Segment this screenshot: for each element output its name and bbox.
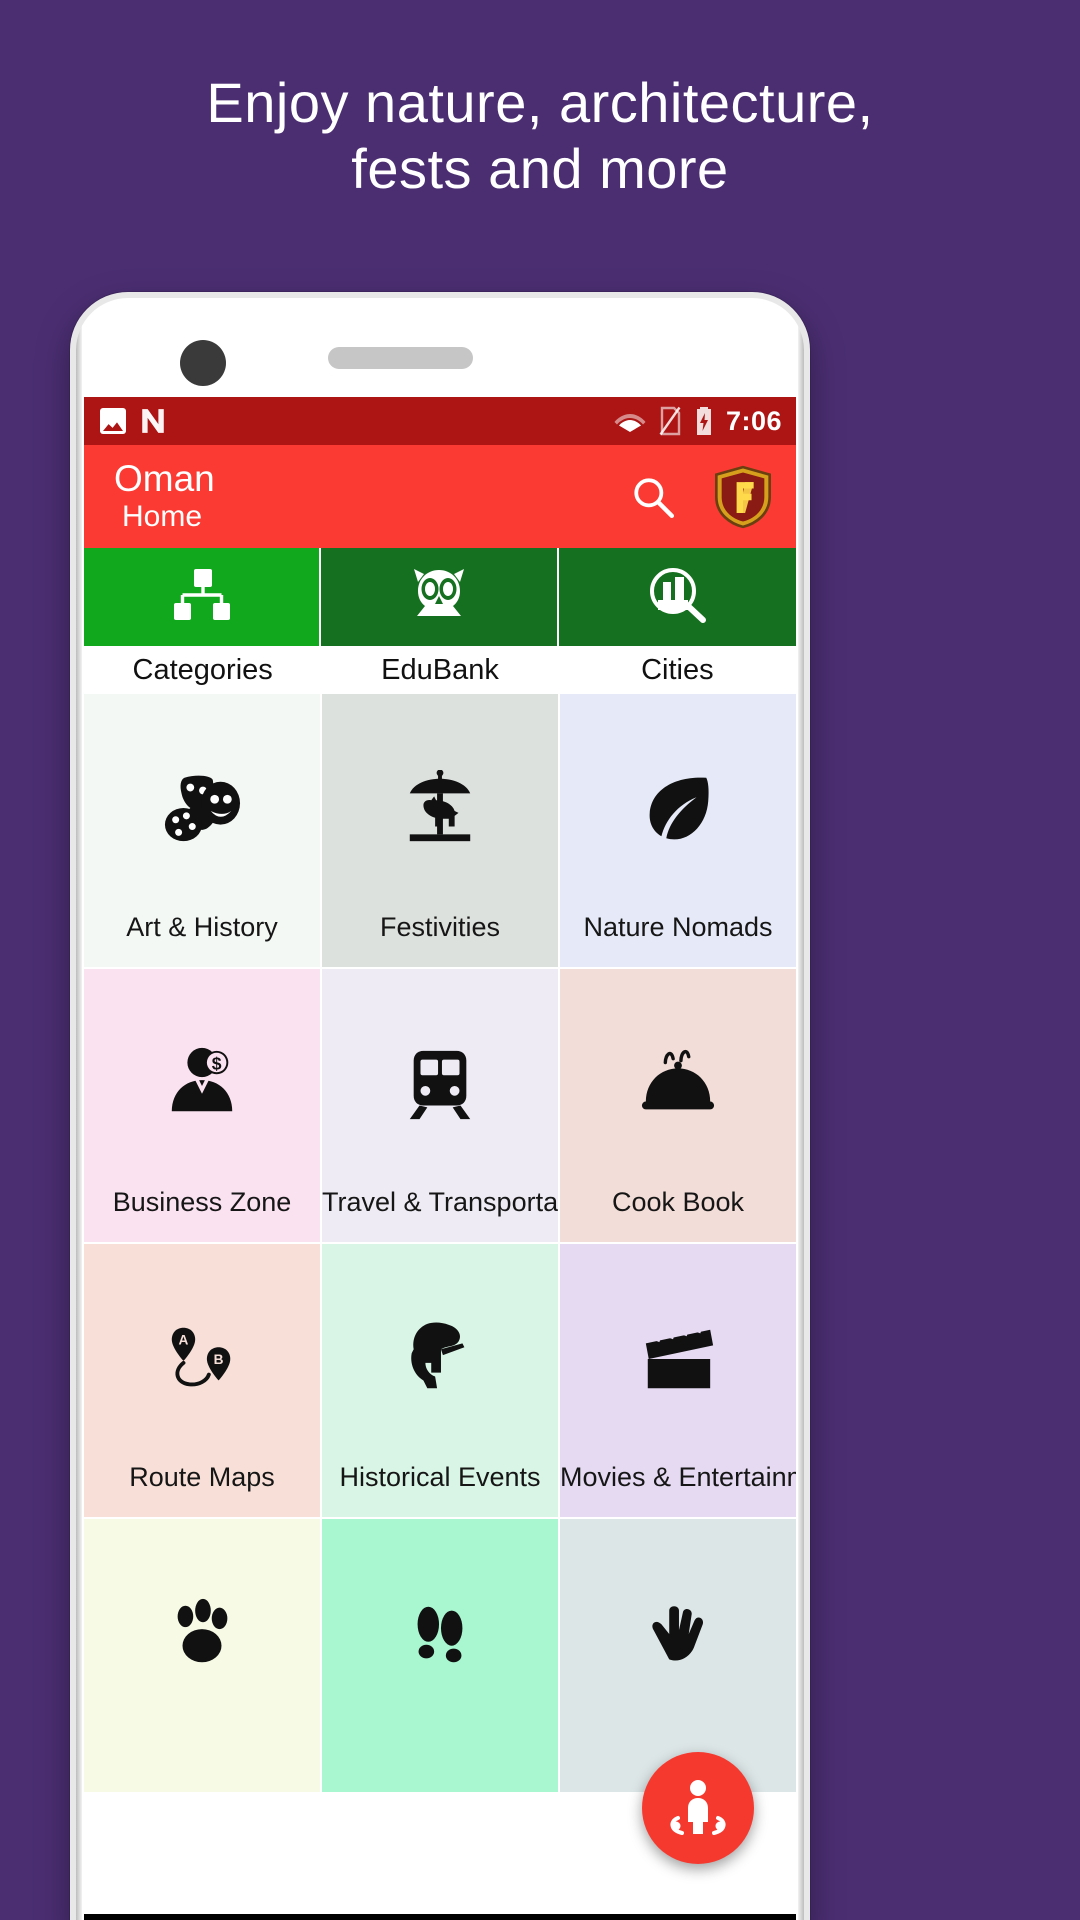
status-bar-clock: 7:06 [725,405,782,436]
tab-cities-icon-area [558,548,796,646]
grid-label: Festivities [379,912,501,942]
grid-label: Travel & Transportation [322,1187,558,1217]
hands-icon [636,1591,720,1677]
sitemap-icon [170,567,234,628]
svg-text:$: $ [212,1053,222,1073]
app-bar: Oman Home [84,445,796,548]
battery-charging-icon [694,406,714,436]
svg-text:A: A [179,1332,189,1347]
system-navigation-bar [84,1914,796,1920]
phone-frame: 7:06 Oman Home Categories EduBank Cities… [70,292,810,1920]
app-bar-titles: Oman Home [114,458,215,534]
grid-cell-row4-2[interactable] [322,1519,558,1792]
phone-bezel-left [76,298,82,1920]
spartan-helmet-icon [398,1316,482,1402]
app-screen: 7:06 Oman Home Categories EduBank Cities… [84,397,796,1920]
phone-bezel-right [798,298,804,1920]
sim-card-off-icon [658,406,682,436]
grid-cell-movies-entertainment[interactable]: Movies & Entertainment [560,1244,796,1517]
grid-cell-historical-events[interactable]: Historical Events [322,1244,558,1517]
tab-cities-label: Cities [558,646,796,694]
person-location-fab[interactable] [642,1752,754,1864]
android-n-icon [140,407,166,435]
tab-edubank-icon-area [321,548,559,646]
grid-cell-row4-3[interactable] [560,1519,796,1792]
phone-screen-area: 7:06 Oman Home Categories EduBank Cities… [76,298,804,1920]
grid-cell-business-zone[interactable]: $ Business Zone [84,969,320,1242]
paw-icon [160,1591,244,1677]
grid-label: Business Zone [112,1187,292,1217]
search-icon[interactable] [628,472,678,522]
train-icon [398,1041,482,1127]
tab-categories-label: Categories [84,646,322,694]
route-pins-icon: A B [160,1316,244,1402]
status-bar: 7:06 [84,397,796,445]
grid-label: Art & History [126,912,278,942]
tab-edubank[interactable]: EduBank [321,548,559,694]
grid-cell-festivities[interactable]: Festivities [322,694,558,967]
status-bar-left-icons [100,407,166,435]
status-bar-right-icons: 7:06 [614,406,782,437]
tab-edubank-label: EduBank [321,646,559,694]
promo-headline: Enjoy nature, architecture, fests and mo… [0,70,1080,202]
headline-line-1: Enjoy nature, architecture, [206,71,874,134]
grid-cell-cook-book[interactable]: Cook Book [560,969,796,1242]
headline-line-2: fests and more [351,137,729,201]
category-grid: Art & History Festivities Nature Nomads … [84,694,796,1792]
clapperboard-icon [636,1316,720,1402]
grid-label: Cook Book [611,1187,745,1217]
earpiece-speaker [328,347,473,369]
grid-label: Nature Nomads [583,912,773,942]
image-icon [100,408,126,434]
city-search-icon [645,566,709,629]
page-subtitle: Home [122,500,203,534]
grid-cell-travel-transportation[interactable]: Travel & Transportation [322,969,558,1242]
owl-icon [407,566,471,629]
grid-cell-nature-nomads[interactable]: Nature Nomads [560,694,796,967]
grid-cell-row4-1[interactable] [84,1519,320,1792]
grid-label: Historical Events [339,1462,541,1492]
carousel-horse-icon [398,766,482,852]
brand-shield-icon[interactable] [712,464,774,530]
grid-cell-route-maps[interactable]: A B Route Maps [84,1244,320,1517]
grid-cell-art-history[interactable]: Art & History [84,694,320,967]
leaf-icon [636,766,720,852]
page-title: Oman [114,458,215,500]
footprints-icon [398,1591,482,1677]
front-camera-icon [180,340,226,386]
person-location-icon [662,1770,734,1847]
app-bar-actions [628,464,774,530]
tab-categories[interactable]: Categories [84,548,322,694]
svg-text:B: B [214,1352,224,1367]
grid-label: Route Maps [129,1462,275,1492]
food-cloche-icon [636,1041,720,1127]
businessman-money-icon: $ [160,1041,244,1127]
tab-cities[interactable]: Cities [558,548,796,694]
tab-bar: Categories EduBank Cities [84,548,796,694]
tab-categories-icon-area [84,548,322,646]
promo-screenshot: Enjoy nature, architecture, fests and mo… [0,0,1080,1920]
wifi-icon [614,409,646,433]
theater-masks-icon [160,766,244,852]
grid-label: Movies & Entertainment [560,1462,796,1492]
